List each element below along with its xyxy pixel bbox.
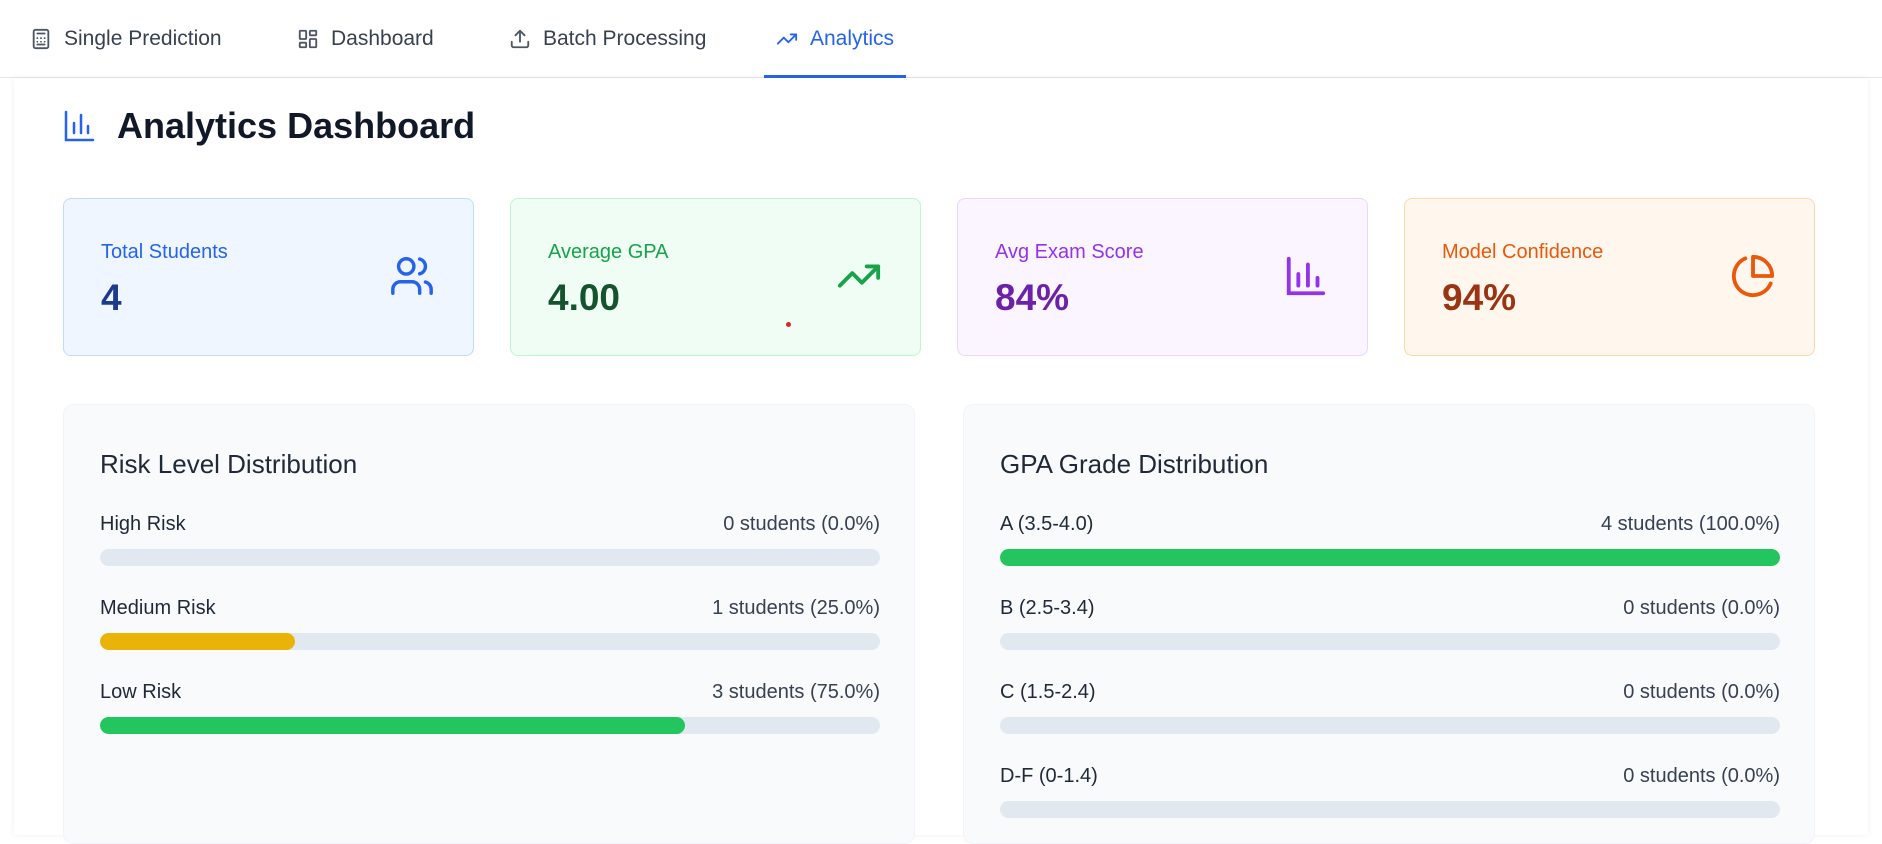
stat-label: Model Confidence bbox=[1442, 241, 1604, 263]
upload-icon bbox=[509, 28, 531, 50]
row-label: Low Risk bbox=[100, 681, 182, 703]
tab-label: Dashboard bbox=[331, 26, 434, 50]
tab-dashboard[interactable]: Dashboard bbox=[297, 0, 434, 77]
progress-fill bbox=[100, 717, 685, 734]
row-count: 4 students (100.0%) bbox=[1601, 513, 1780, 535]
stat-value: 4 bbox=[101, 277, 122, 318]
progress-track bbox=[100, 633, 880, 650]
progress-track bbox=[1000, 801, 1780, 818]
gpa-distribution-card: GPA Grade Distribution A (3.5-4.0) 4 stu… bbox=[963, 404, 1815, 844]
row-count: 0 students (0.0%) bbox=[1623, 597, 1780, 619]
tab-label: Analytics bbox=[810, 26, 895, 50]
progress-track bbox=[1000, 549, 1780, 566]
card-title: Risk Level Distribution bbox=[100, 449, 358, 479]
stat-card-avg-exam-score: Avg Exam Score 84% bbox=[957, 198, 1368, 356]
row-label: B (2.5-3.4) bbox=[1000, 597, 1095, 619]
grid-icon bbox=[297, 28, 319, 50]
row-label: D-F (0-1.4) bbox=[1000, 765, 1098, 787]
row-label: High Risk bbox=[100, 513, 186, 535]
progress-track bbox=[100, 549, 880, 566]
row-count: 1 students (25.0%) bbox=[712, 597, 880, 619]
users-icon bbox=[389, 253, 435, 299]
stat-label: Total Students bbox=[101, 241, 228, 263]
page-header: Analytics Dashboard bbox=[63, 105, 475, 147]
tab-batch-processing[interactable]: Batch Processing bbox=[509, 0, 706, 77]
bar-chart-icon bbox=[1283, 253, 1329, 299]
risk-distribution-card: Risk Level Distribution High Risk 0 stud… bbox=[63, 404, 915, 844]
stat-card-model-confidence: Model Confidence 94% bbox=[1404, 198, 1815, 356]
row-label: A (3.5-4.0) bbox=[1000, 513, 1094, 535]
tab-analytics[interactable]: Analytics bbox=[763, 0, 907, 78]
bar-chart-icon bbox=[63, 109, 95, 143]
tab-label: Single Prediction bbox=[64, 26, 222, 50]
calculator-icon bbox=[30, 28, 52, 50]
pie-chart-icon bbox=[1730, 253, 1776, 299]
page-title: Analytics Dashboard bbox=[117, 105, 476, 146]
stat-card-average-gpa: Average GPA 4.00 bbox=[510, 198, 921, 356]
stat-value: 84% bbox=[995, 277, 1070, 318]
stat-label: Average GPA bbox=[548, 241, 669, 263]
progress-fill bbox=[100, 633, 295, 650]
trending-up-icon bbox=[776, 28, 798, 50]
trending-up-icon bbox=[836, 253, 882, 299]
tab-label: Batch Processing bbox=[543, 26, 707, 50]
row-count: 0 students (0.0%) bbox=[723, 513, 880, 535]
stat-value: 4.00 bbox=[548, 277, 621, 318]
row-label: C (1.5-2.4) bbox=[1000, 681, 1096, 703]
stat-label: Avg Exam Score bbox=[995, 241, 1144, 263]
top-navigation: Single Prediction Dashboard Batch Proces… bbox=[0, 0, 1882, 78]
tab-single-prediction[interactable]: Single Prediction bbox=[30, 0, 222, 77]
row-count: 0 students (0.0%) bbox=[1623, 681, 1780, 703]
row-label: Medium Risk bbox=[100, 597, 216, 619]
card-title: GPA Grade Distribution bbox=[1000, 449, 1269, 479]
progress-track bbox=[100, 717, 880, 734]
progress-track bbox=[1000, 717, 1780, 734]
row-count: 3 students (75.0%) bbox=[712, 681, 880, 703]
stat-value: 94% bbox=[1442, 277, 1517, 318]
row-count: 0 students (0.0%) bbox=[1623, 765, 1780, 787]
indicator-dot bbox=[786, 322, 791, 327]
stat-card-total-students: Total Students 4 bbox=[63, 198, 474, 356]
progress-fill bbox=[1000, 549, 1780, 566]
progress-track bbox=[1000, 633, 1780, 650]
